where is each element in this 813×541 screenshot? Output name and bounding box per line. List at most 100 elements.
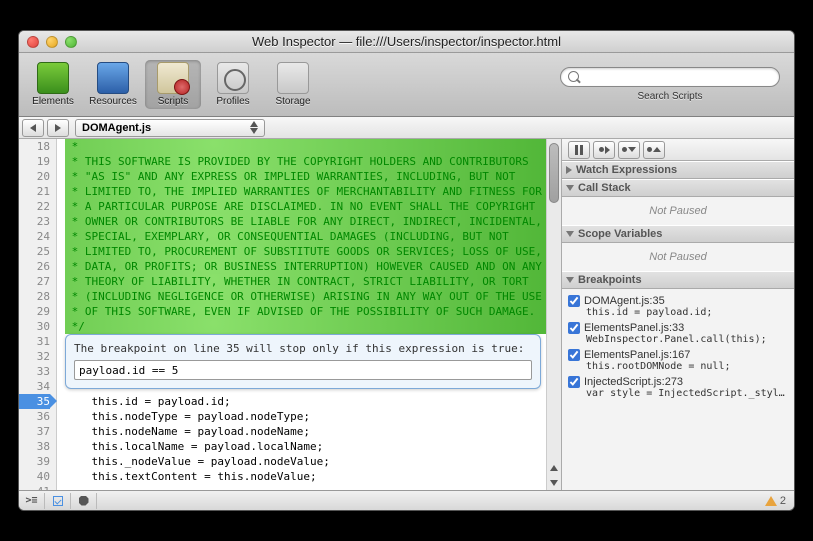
- titlebar: Web Inspector — file:///Users/inspector/…: [19, 31, 794, 53]
- line-number[interactable]: 36: [19, 409, 50, 424]
- minimize-button[interactable]: [46, 36, 58, 48]
- debugger-controls: [562, 139, 794, 161]
- line-number[interactable]: 20: [19, 169, 50, 184]
- line-number[interactable]: 23: [19, 214, 50, 229]
- code-content: * * THIS SOFTWARE IS PROVIDED BY THE COP…: [57, 139, 561, 490]
- code-line: * THEORY OF LIABILITY, WHETHER IN CONTRA…: [65, 274, 561, 289]
- main-area: 1819202122232425262728293031323334353637…: [19, 139, 794, 490]
- code-line: */: [65, 319, 561, 334]
- section-breakpoints[interactable]: Breakpoints: [562, 271, 794, 289]
- condition-label: The breakpoint on line 35 will stop only…: [74, 341, 532, 356]
- code-line: this.localName = payload.localName;: [65, 439, 561, 454]
- line-number[interactable]: 27: [19, 274, 50, 289]
- close-button[interactable]: [27, 36, 39, 48]
- toolbar: Elements Resources Scripts Profiles Stor…: [19, 53, 794, 117]
- condition-input[interactable]: [74, 360, 532, 380]
- stop-icon: [79, 496, 89, 506]
- code-line: * SPECIAL, EXEMPLARY, OR CONSEQUENTIAL D…: [65, 229, 561, 244]
- file-selector[interactable]: DOMAgent.js: [75, 119, 265, 137]
- code-line: [65, 484, 561, 490]
- breakpoint-checkbox[interactable]: [568, 322, 580, 334]
- line-number[interactable]: 28: [19, 289, 50, 304]
- storage-icon: [277, 62, 309, 94]
- line-gutter[interactable]: 1819202122232425262728293031323334353637…: [19, 139, 57, 490]
- section-scope-variables[interactable]: Scope Variables: [562, 225, 794, 243]
- scripts-icon: [157, 62, 189, 94]
- scrollbar-thumb[interactable]: [549, 143, 559, 203]
- step-into-button[interactable]: [618, 141, 640, 159]
- line-number[interactable]: 34: [19, 379, 50, 394]
- breakpoint-code: this.rootDOMNode = null;: [586, 361, 790, 372]
- code-line: * THIS SOFTWARE IS PROVIDED BY THE COPYR…: [65, 154, 561, 169]
- pause-button[interactable]: [568, 141, 590, 159]
- scroll-down-button[interactable]: [547, 475, 561, 490]
- disclosure-triangle-icon: [566, 166, 572, 174]
- breakpoint-item[interactable]: DOMAgent.js:35this.id = payload.id;: [562, 293, 794, 320]
- debugger-sidebar: Watch Expressions Call Stack Not Paused …: [562, 139, 794, 490]
- breakpoints-toggle-button[interactable]: [45, 493, 71, 509]
- tool-profiles[interactable]: Profiles: [205, 60, 261, 109]
- code-editor[interactable]: 1819202122232425262728293031323334353637…: [19, 139, 561, 490]
- code-line: this.nodeName = payload.nodeName;: [65, 424, 561, 439]
- line-number[interactable]: 33: [19, 364, 50, 379]
- window: Web Inspector — file:///Users/inspector/…: [18, 30, 795, 511]
- breakpoint-code: this.id = payload.id;: [586, 307, 790, 318]
- warning-count: 2: [780, 495, 786, 507]
- line-number[interactable]: 32: [19, 349, 50, 364]
- file-selector-label: DOMAgent.js: [82, 122, 151, 134]
- breakpoint-code: var style = InjectedScript._styl…: [586, 388, 790, 399]
- tool-elements[interactable]: Elements: [25, 60, 81, 109]
- step-over-button[interactable]: [593, 141, 615, 159]
- nav-forward-button[interactable]: [47, 119, 69, 137]
- breakpoint-item[interactable]: ElementsPanel.js:33WebInspector.Panel.ca…: [562, 320, 794, 347]
- breakpoint-item[interactable]: ElementsPanel.js:167this.rootDOMNode = n…: [562, 347, 794, 374]
- window-title: Web Inspector — file:///Users/inspector/…: [19, 34, 794, 49]
- section-watch-expressions[interactable]: Watch Expressions: [562, 161, 794, 179]
- line-number[interactable]: 22: [19, 199, 50, 214]
- code-line: * DATA, OR PROFITS; OR BUSINESS INTERRUP…: [65, 259, 561, 274]
- line-number[interactable]: 25: [19, 244, 50, 259]
- line-number[interactable]: 40: [19, 469, 50, 484]
- code-line: *: [65, 139, 561, 154]
- line-number[interactable]: 29: [19, 304, 50, 319]
- disclosure-triangle-icon: [566, 277, 574, 283]
- warning-icon: [765, 496, 777, 506]
- line-number[interactable]: 35: [19, 394, 50, 409]
- toolbar-items: Elements Resources Scripts Profiles Stor…: [25, 60, 321, 109]
- step-out-button[interactable]: [643, 141, 665, 159]
- code-line: * OWNER OR CONTRIBUTORS BE LIABLE FOR AN…: [65, 214, 561, 229]
- line-number[interactable]: 26: [19, 259, 50, 274]
- code-pane: 1819202122232425262728293031323334353637…: [19, 139, 562, 490]
- line-number[interactable]: 31: [19, 334, 50, 349]
- breakpoint-checkbox[interactable]: [568, 349, 580, 361]
- step-over-icon: [599, 146, 610, 154]
- vertical-scrollbar[interactable]: [546, 139, 561, 490]
- tool-resources[interactable]: Resources: [85, 60, 141, 109]
- line-number[interactable]: 19: [19, 154, 50, 169]
- line-number[interactable]: 39: [19, 454, 50, 469]
- line-number[interactable]: 18: [19, 139, 50, 154]
- tool-storage[interactable]: Storage: [265, 60, 321, 109]
- line-number[interactable]: 21: [19, 184, 50, 199]
- pause-on-exceptions-button[interactable]: [71, 493, 97, 509]
- scripts-subbar: DOMAgent.js: [19, 117, 794, 139]
- line-number[interactable]: 37: [19, 424, 50, 439]
- line-number[interactable]: 30: [19, 319, 50, 334]
- zoom-button[interactable]: [65, 36, 77, 48]
- breakpoint-checkbox[interactable]: [568, 295, 580, 307]
- code-line: * A PARTICULAR PURPOSE ARE DISCLAIMED. I…: [65, 199, 561, 214]
- code-line: * OF THIS SOFTWARE, EVEN IF ADVISED OF T…: [65, 304, 561, 319]
- scroll-up-button[interactable]: [547, 460, 561, 475]
- section-call-stack[interactable]: Call Stack: [562, 179, 794, 197]
- console-toggle-button[interactable]: >≡: [19, 493, 45, 509]
- breakpoint-checkbox[interactable]: [568, 376, 580, 388]
- nav-back-button[interactable]: [22, 119, 44, 137]
- line-number[interactable]: 24: [19, 229, 50, 244]
- tool-scripts[interactable]: Scripts: [145, 60, 201, 109]
- search-input[interactable]: [560, 67, 780, 87]
- warning-indicator[interactable]: 2: [765, 495, 786, 507]
- breakpoint-code: WebInspector.Panel.call(this);: [586, 334, 790, 345]
- line-number[interactable]: 41: [19, 484, 50, 490]
- line-number[interactable]: 38: [19, 439, 50, 454]
- breakpoint-item[interactable]: InjectedScript.js:273var style = Injecte…: [562, 374, 794, 401]
